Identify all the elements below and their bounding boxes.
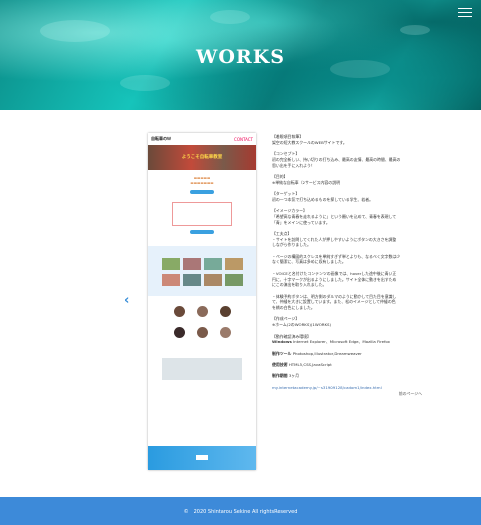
tools-value: Photoshop,Illustrator,Dreamweaver <box>292 350 362 356</box>
work-description: 【着眼項目執筆】 架空の短大教スクールのWEBサイトです。 【コンセプト】 初の完全… <box>272 134 422 396</box>
env-os: Windows <box>272 339 292 345</box>
hamburger-icon[interactable] <box>458 8 472 20</box>
env-browsers: Internet Explorer、Microsoft Edge、Mozilla… <box>293 339 390 345</box>
description-line: 初の完全新しい、持い切りの打ち込み、最高の友情、最高の時間、最高の <box>272 156 401 162</box>
mockup-map <box>162 358 242 380</box>
work-screenshot: 自転車のＷ CONTACT ようこそ自転車教室 ▬▬▬▬▬ ▬▬▬▬▬▬▬ <box>148 133 256 470</box>
mockup-faces <box>148 327 256 338</box>
mockup-box <box>172 202 232 226</box>
page: WORKS ‹ › 自転車のＷ CONTACT ようこそ自転車教室 ▬▬▬▬▬▬… <box>0 0 481 525</box>
lang-value: HTML5,CSS,JavaScript <box>288 362 332 368</box>
mockup-band <box>148 246 256 296</box>
back-link[interactable]: 前のページへ <box>272 391 422 397</box>
period-label: 制作期間 <box>272 373 288 379</box>
prev-arrow-icon[interactable]: ‹ <box>124 294 129 307</box>
lang-label: 使用技術 <box>272 362 288 368</box>
description-lines: 【着眼項目執筆】 架空の短大教スクールのWEBサイトです。 【コンセプト】 初の完全… <box>272 134 422 311</box>
hero-banner: WORKS <box>0 0 481 110</box>
mockup-hero-text: ようこそ自転車教室 <box>181 155 223 160</box>
copyright: © 2020 Shintarou Sekine All rightsReserv… <box>183 509 298 515</box>
footer: © 2020 Shintarou Sekine All rightsReserv… <box>0 497 481 525</box>
period-value: 3ヶ月 <box>288 373 300 379</box>
mockup-contact: CONTACT <box>234 136 253 142</box>
mockup-header: 自転車のＷ CONTACT <box>148 133 256 145</box>
mockup-faces <box>148 306 256 317</box>
mockup-logo: 自転車のＷ <box>151 136 171 141</box>
page-title: WORKS <box>196 46 285 68</box>
mockup-button <box>190 190 214 194</box>
mockup-hero: ようこそ自転車教室 <box>148 145 256 170</box>
mockup-footer <box>148 446 256 470</box>
mockup-intro: ▬▬▬▬▬ ▬▬▬▬▬▬▬ <box>190 176 214 185</box>
tools-label: 制作ツール <box>272 350 292 356</box>
mockup-button <box>190 230 214 234</box>
